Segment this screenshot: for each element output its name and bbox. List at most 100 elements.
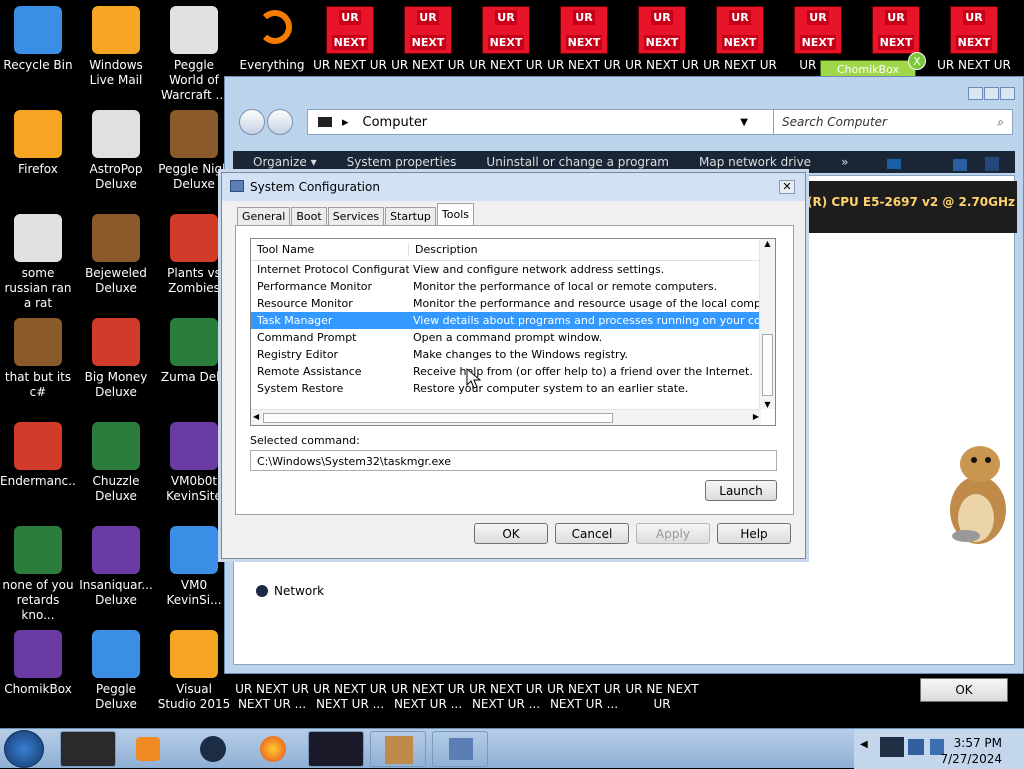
desktop-icon[interactable]: none of you retards kno... xyxy=(0,526,76,623)
list-item[interactable]: Command Prompt Open a command prompt wind… xyxy=(251,329,775,346)
scroll-up-icon[interactable]: ▲ xyxy=(760,239,775,248)
cancel-button[interactable]: Cancel xyxy=(555,523,629,544)
dialog-titlebar[interactable]: System Configuration xyxy=(222,173,805,201)
desktop-icon-ur-next[interactable]: UR NEXT UR NEXT UR xyxy=(936,6,1012,73)
taskbar-msconfig-icon[interactable] xyxy=(432,731,488,767)
desktop-icon[interactable]: AstroPop Deluxe xyxy=(78,110,154,192)
cpu-info: (R) CPU E5-2697 v2 @ 2.70GHz xyxy=(803,181,1017,233)
ur-badge-bottom: NEXT xyxy=(565,35,603,50)
help-icon[interactable] xyxy=(985,157,999,171)
desktop-icon-ur-next[interactable]: UR NEXT UR NEXT UR ... xyxy=(546,682,622,712)
taskbar-app-icon[interactable] xyxy=(308,731,364,767)
toolbar-button[interactable]: System properties xyxy=(347,155,457,169)
clock[interactable]: 3:57 PM 7/27/2024 xyxy=(940,735,1002,767)
view-icon[interactable] xyxy=(887,159,901,169)
desktop-icon[interactable]: Endermanc... xyxy=(0,422,76,489)
taskbar-media-player-icon[interactable] xyxy=(122,731,178,767)
desktop-icon[interactable]: Firefox xyxy=(0,110,76,177)
chevron-down-icon[interactable]: ▼ xyxy=(740,117,748,128)
toolbar-button[interactable]: Organize ▾ xyxy=(253,155,317,169)
list-item[interactable]: Resource Monitor Monitor the performance … xyxy=(251,295,775,312)
close-icon[interactable]: X xyxy=(908,52,926,70)
column-header-description[interactable]: Description xyxy=(409,243,478,256)
ok-button[interactable]: OK xyxy=(920,678,1008,702)
desktop-icon[interactable]: Bejeweled Deluxe xyxy=(78,214,154,296)
tab-services[interactable]: Services xyxy=(327,207,385,226)
list-item[interactable]: Task Manager View details about programs … xyxy=(251,312,775,329)
horizontal-scrollbar[interactable]: ◀ ▶ xyxy=(251,409,761,425)
desktop-icon-ur-next[interactable]: UR NEXT UR NEXT UR xyxy=(702,6,778,73)
vertical-scroll-thumb[interactable] xyxy=(762,334,773,396)
forward-button[interactable] xyxy=(267,109,293,135)
list-item[interactable]: Performance Monitor Monitor the performan… xyxy=(251,278,775,295)
desktop-icon[interactable]: Chuzzle Deluxe xyxy=(78,422,154,504)
desktop-icon-everything[interactable]: Everything xyxy=(234,6,310,73)
taskbar-terminal-icon[interactable] xyxy=(60,731,116,767)
hamster-mascot-icon[interactable] xyxy=(936,440,1016,546)
scroll-left-icon[interactable]: ◀ xyxy=(253,412,259,421)
apply-button[interactable]: Apply xyxy=(636,523,710,544)
toolbar-button[interactable]: Uninstall or change a program xyxy=(486,155,669,169)
desktop-icon[interactable]: ChomikBox xyxy=(0,630,76,697)
launch-button[interactable]: Launch xyxy=(705,480,777,501)
tab-tools[interactable]: Tools xyxy=(436,203,475,226)
app-icon xyxy=(14,526,62,574)
close-button[interactable]: ✕ xyxy=(779,180,795,194)
desktop-icon[interactable]: Big Money Deluxe xyxy=(78,318,154,400)
desktop-icon[interactable]: that but its c# xyxy=(0,318,76,400)
taskbar-chomikbox-icon[interactable] xyxy=(370,731,426,767)
desktop-icon-ur-next[interactable]: UR NEXT UR NEXT UR ... xyxy=(390,682,466,712)
tab-boot[interactable]: Boot xyxy=(291,207,327,226)
desktop-icon[interactable]: Peggle Deluxe xyxy=(78,630,154,712)
tab-general[interactable]: General xyxy=(237,207,291,226)
desktop-icon[interactable]: Insaniquar... Deluxe xyxy=(78,526,154,608)
show-hidden-icons-icon[interactable]: ◀ xyxy=(860,739,868,750)
desktop-icon-ur-next[interactable]: UR NEXT UR NEXT UR xyxy=(468,6,544,73)
tray-app-icon[interactable] xyxy=(880,737,904,757)
list-item[interactable]: Internet Protocol Configurat... View and … xyxy=(251,261,775,278)
desktop-icon-ur-next[interactable]: UR NEXT UR NEXT UR xyxy=(390,6,466,73)
desktop-icon-ur-next[interactable]: UR NEXT UR NEXT UR xyxy=(546,6,622,73)
list-item[interactable]: Registry Editor Make changes to the Windo… xyxy=(251,346,775,363)
tools-list[interactable]: Tool Name Description Internet Protocol … xyxy=(250,238,776,426)
taskbar-firefox-icon[interactable] xyxy=(244,731,300,767)
network-item[interactable]: Network xyxy=(256,584,324,598)
desktop-icon[interactable]: Windows Live Mail xyxy=(78,6,154,88)
horizontal-scroll-thumb[interactable] xyxy=(263,413,613,423)
desktop-icon-ur-next[interactable]: UR NEXT UR NEXT UR ... xyxy=(234,682,310,712)
help-button[interactable]: Help xyxy=(717,523,791,544)
search-input[interactable]: Search Computer ⌕ xyxy=(773,109,1013,135)
desktop-icon-ur-next[interactable]: UR NEXT UR NEXT UR ... xyxy=(312,682,388,712)
address-bar[interactable]: ▸ Computer ▼ xyxy=(307,109,777,135)
desktop-icon-ur-next[interactable]: UR NEXT UR NEXT UR ... xyxy=(468,682,544,712)
desktop-icon-ur-next[interactable]: UR NE NEXT UR xyxy=(624,682,700,712)
list-item[interactable]: System Restore Restore your computer syst… xyxy=(251,380,775,397)
vertical-scrollbar[interactable]: ▲ ▼ xyxy=(759,239,775,409)
column-header-tool-name[interactable]: Tool Name xyxy=(251,243,409,256)
desktop-icon[interactable]: Peggle World of Warcraft ... xyxy=(156,6,232,103)
toolbar-button[interactable]: » xyxy=(841,155,848,169)
start-button[interactable] xyxy=(4,730,44,768)
ok-button[interactable]: OK xyxy=(474,523,548,544)
computer-icon xyxy=(318,117,332,127)
close-icon[interactable] xyxy=(1000,87,1015,100)
tab-startup[interactable]: Startup xyxy=(385,207,436,226)
scroll-right-icon[interactable]: ▶ xyxy=(753,412,759,421)
desktop-icon[interactable]: Visual Studio 2015 xyxy=(156,630,232,712)
network-status-icon[interactable] xyxy=(908,739,924,755)
minimize-icon[interactable] xyxy=(968,87,983,100)
desktop-icon[interactable]: some russian ran a rat xyxy=(0,214,76,311)
back-button[interactable] xyxy=(239,109,265,135)
desktop-icon-ur-next[interactable]: UR NEXT UR NEXT UR xyxy=(312,6,388,73)
desktop-icon-label: Windows Live Mail xyxy=(89,58,143,87)
scroll-down-icon[interactable]: ▼ xyxy=(760,400,775,409)
pane-icon[interactable] xyxy=(953,159,967,171)
desktop-icon[interactable]: Recycle Bin xyxy=(0,6,76,73)
desktop-icon-ur-next[interactable]: UR NEXT UR NEXT UR xyxy=(624,6,700,73)
taskbar-explorer-icon[interactable] xyxy=(184,731,240,767)
list-item[interactable]: Remote Assistance Receive help from (or o… xyxy=(251,363,775,380)
toolbar-button[interactable]: Map network drive xyxy=(699,155,811,169)
selected-command-field[interactable]: C:\Windows\System32\taskmgr.exe xyxy=(250,450,777,471)
maximize-icon[interactable] xyxy=(984,87,999,100)
firefox-icon xyxy=(14,110,62,158)
